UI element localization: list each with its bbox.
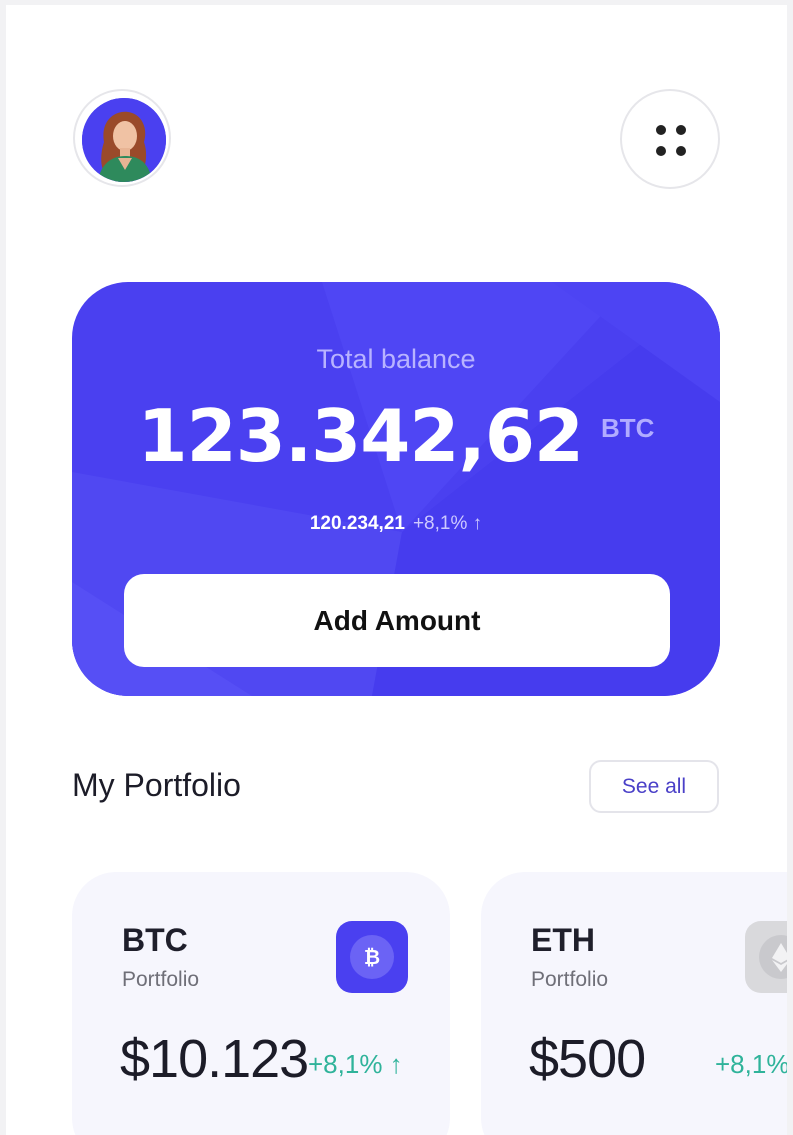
balance-label: Total balance	[316, 344, 476, 374]
bitcoin-icon: ₿	[336, 921, 408, 993]
balance-unit: BTC	[601, 413, 655, 443]
menu-button[interactable]	[620, 89, 720, 189]
grid-dot	[656, 146, 666, 156]
balance-value: 123.342,62	[137, 394, 584, 478]
see-all-button[interactable]: See all	[589, 760, 719, 813]
portfolio-card-symbol: BTC	[122, 922, 188, 958]
balance-row: 123.342,62 BTC	[72, 394, 720, 478]
portfolio-title: My Portfolio	[72, 767, 241, 803]
portfolio-card-btc[interactable]: BTC Portfolio ₿ $10.123 +8,1% ↑	[72, 872, 450, 1135]
balance-subline: 120.234,21 +8,1% ↑	[72, 513, 720, 535]
portfolio-card-change: +8,1%	[715, 1049, 787, 1079]
portfolio-card-eth[interactable]: ETH Portfolio $500 +8,1%	[481, 872, 787, 1135]
grid-dot	[676, 125, 686, 135]
svg-text:₿: ₿	[364, 945, 380, 969]
portfolio-card-value: $10.123	[120, 1029, 309, 1089]
ethereum-icon	[745, 921, 787, 993]
portfolio-card-symbol: ETH	[531, 922, 595, 958]
add-amount-button[interactable]: Add Amount	[124, 574, 670, 667]
portfolio-card-subtitle: Portfolio	[122, 968, 200, 991]
avatar[interactable]	[73, 89, 171, 187]
app-screen: Total balance 123.342,62 BTC 120.234,21 +8…	[6, 5, 787, 1135]
balance-sub-change: +8,1% ↑	[412, 513, 483, 534]
avatar-image	[82, 98, 166, 182]
balance-card: Total balance 123.342,62 BTC 120.234,21 +8…	[72, 282, 720, 696]
portfolio-card-subtitle: Portfolio	[531, 968, 609, 991]
grid-dots-icon	[656, 125, 666, 135]
portfolio-card-change: +8,1% ↑	[308, 1049, 403, 1079]
balance-sub-amount: 120.234,21	[309, 513, 405, 534]
grid-dot	[676, 146, 686, 156]
portfolio-card-value: $500	[529, 1029, 646, 1089]
